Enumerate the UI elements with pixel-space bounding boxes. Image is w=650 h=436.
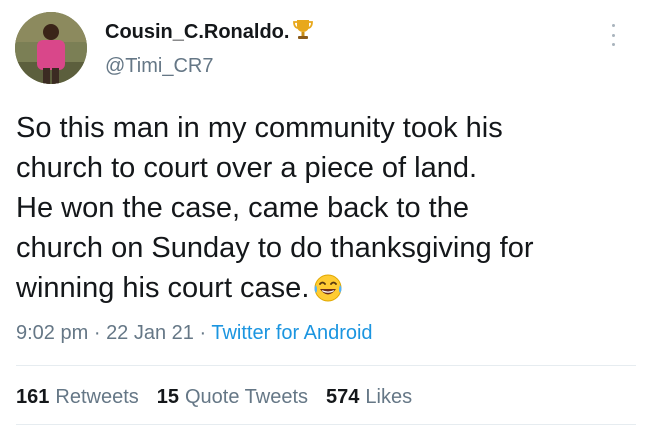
likes-count: 574 xyxy=(326,386,360,408)
retweets-stat[interactable]: 161 Retweets xyxy=(16,386,139,409)
laughing-tears-emoji-icon xyxy=(313,273,343,314)
divider xyxy=(16,365,636,366)
quote-tweets-label: Quote Tweets xyxy=(185,386,309,408)
tweet-card: Cousin_C.Ronaldo. @Timi_CR7 So this man … xyxy=(0,0,650,436)
likes-label: Likes xyxy=(365,386,413,408)
meta-separator: · xyxy=(199,322,207,344)
tweet-time[interactable]: 9:02 pm xyxy=(16,322,88,344)
more-options-icon[interactable] xyxy=(608,24,618,46)
tweet-line-last: winning his court case. xyxy=(16,268,636,314)
trophy-icon xyxy=(293,18,314,46)
user-names: Cousin_C.Ronaldo. @Timi_CR7 xyxy=(105,18,314,78)
tweet-date[interactable]: 22 Jan 21 xyxy=(106,322,194,344)
meta-separator: · xyxy=(93,322,101,344)
retweets-label: Retweets xyxy=(55,386,139,408)
tweet-stats: 161 Retweets 15 Quote Tweets 574 Likes xyxy=(16,386,412,409)
tweet-source-link[interactable]: Twitter for Android xyxy=(211,322,372,344)
avatar-photo xyxy=(15,12,87,84)
tweet-header: Cousin_C.Ronaldo. @Timi_CR7 xyxy=(15,12,640,84)
tweet-line: winning his court case. xyxy=(16,272,310,304)
tweet-meta: 9:02 pm · 22 Jan 21 · Twitter for Androi… xyxy=(16,322,373,345)
user-handle[interactable]: @Timi_CR7 xyxy=(105,54,313,78)
tweet-line: So this man in my community took his xyxy=(16,112,503,144)
tweet-line: church on Sunday to do thanksgiving for xyxy=(16,232,534,264)
display-name-row[interactable]: Cousin_C.Ronaldo. xyxy=(105,18,314,46)
avatar[interactable] xyxy=(15,12,87,84)
divider xyxy=(16,424,636,425)
tweet-text: So this man in my community took his chu… xyxy=(16,108,636,314)
tweet-line: church to court over a piece of land. xyxy=(16,152,478,184)
quote-tweets-count: 15 xyxy=(156,386,179,408)
tweet-line: He won the case, came back to the xyxy=(16,192,469,224)
retweets-count: 161 xyxy=(16,386,50,408)
quote-tweets-stat[interactable]: 15 Quote Tweets xyxy=(157,386,308,409)
display-name[interactable]: Cousin_C.Ronaldo. xyxy=(105,20,289,44)
likes-stat[interactable]: 574 Likes xyxy=(326,386,412,409)
